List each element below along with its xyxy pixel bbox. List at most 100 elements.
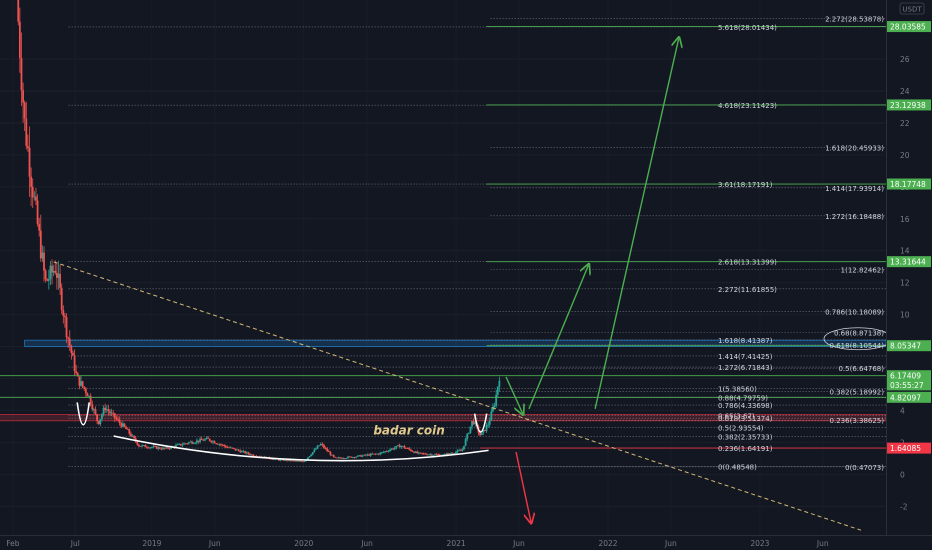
candle-body bbox=[123, 423, 126, 427]
candle-body bbox=[229, 447, 232, 449]
candle-body bbox=[231, 447, 234, 449]
candle-body bbox=[318, 445, 321, 447]
annotation-label: badar coin bbox=[373, 423, 444, 437]
candle-body bbox=[484, 429, 486, 431]
candle-body bbox=[35, 196, 37, 201]
candle-body bbox=[252, 454, 255, 456]
candle-body bbox=[91, 404, 94, 410]
candle-body bbox=[105, 409, 108, 411]
candle-body bbox=[250, 454, 253, 456]
candle-body bbox=[141, 445, 144, 447]
x-tick-label: 2020 bbox=[294, 539, 313, 548]
candle-body bbox=[392, 448, 395, 450]
candle-body bbox=[43, 252, 45, 271]
candle-body bbox=[363, 454, 366, 456]
candle-body bbox=[326, 448, 329, 452]
x-tick-label: Jun bbox=[512, 539, 525, 548]
candle-body bbox=[408, 448, 411, 450]
candle-body bbox=[321, 443, 324, 446]
candle-body bbox=[348, 456, 351, 458]
candle-body bbox=[150, 447, 153, 448]
price-label-text: 6.17409 bbox=[890, 372, 921, 381]
candle-body bbox=[303, 460, 306, 462]
candle-body bbox=[298, 460, 301, 462]
y-tick-label: 14 bbox=[900, 247, 910, 256]
candle-body bbox=[429, 454, 432, 456]
candle-body bbox=[94, 409, 97, 415]
candle-body bbox=[300, 460, 303, 462]
candle-body bbox=[485, 425, 488, 431]
candle-body bbox=[382, 452, 385, 453]
candle-body bbox=[411, 451, 414, 452]
candle-body bbox=[115, 418, 118, 420]
y-tick-label: 16 bbox=[900, 215, 910, 224]
candle-body bbox=[86, 393, 89, 397]
candle-body bbox=[55, 272, 58, 278]
y-tick-label: 4 bbox=[900, 406, 905, 415]
candle-body bbox=[142, 445, 145, 446]
candle-body bbox=[44, 270, 47, 280]
y-tick-label: 0 bbox=[900, 470, 905, 479]
candle-body bbox=[366, 454, 369, 456]
candle-body bbox=[400, 446, 403, 448]
candle-body bbox=[414, 451, 417, 453]
y-tick-label: 24 bbox=[900, 87, 910, 96]
candle-body bbox=[232, 448, 235, 449]
candle-body bbox=[344, 458, 346, 460]
candle-body bbox=[83, 386, 86, 389]
fib-a-label: 0.5(2.93554) bbox=[718, 424, 764, 432]
candle-body bbox=[279, 459, 282, 461]
candle-body bbox=[331, 454, 333, 456]
candle-body bbox=[205, 437, 208, 440]
candle-body bbox=[187, 442, 190, 444]
x-tick-label: Jun bbox=[664, 539, 677, 548]
fib-b-label: 0.618(8.10544) bbox=[830, 342, 885, 350]
candle-body bbox=[88, 395, 90, 397]
candle-body bbox=[28, 147, 31, 177]
candle-body bbox=[352, 457, 354, 458]
candle-body bbox=[54, 270, 57, 273]
candle-body bbox=[39, 230, 42, 259]
y-axis[interactable]: -202468101214161820222426 bbox=[886, 0, 932, 550]
candle-body bbox=[68, 338, 71, 346]
candle-body bbox=[409, 449, 412, 452]
candle-body bbox=[27, 145, 29, 148]
candle-body bbox=[307, 457, 309, 460]
candle-body bbox=[345, 458, 348, 459]
candle-body bbox=[179, 443, 182, 446]
fib-a-label: 0.382(2.35733) bbox=[718, 434, 773, 442]
fib-a-label: 0.236(1.64191) bbox=[718, 445, 773, 453]
candle-body bbox=[155, 446, 158, 449]
candle-body bbox=[461, 449, 464, 451]
candle-body bbox=[437, 454, 440, 456]
fib-a-label: 1.618(8.41387) bbox=[718, 337, 773, 345]
candle-body bbox=[112, 412, 115, 414]
candle-body bbox=[20, 58, 23, 91]
candle-body bbox=[247, 452, 250, 454]
candle-body bbox=[154, 446, 156, 448]
x-tick-label: 2021 bbox=[447, 539, 466, 548]
price-chart[interactable]: badar coin 0(0.48548) 0.236(1.64191) 0.382… bbox=[0, 0, 932, 550]
candle-body bbox=[60, 287, 63, 310]
candle-body bbox=[96, 414, 99, 421]
price-label-text: 03:55:27 bbox=[890, 381, 924, 390]
candle-body bbox=[36, 200, 39, 224]
candle-body bbox=[372, 453, 375, 455]
candle-body bbox=[472, 421, 475, 425]
candle-body bbox=[25, 118, 28, 146]
candle-body bbox=[99, 419, 102, 425]
candle-body bbox=[297, 460, 300, 462]
candle-body bbox=[421, 452, 424, 454]
fib-a-label: 5.618(28.01434) bbox=[718, 24, 777, 32]
candle-body bbox=[104, 407, 107, 411]
candle-body bbox=[456, 450, 459, 452]
candle-body bbox=[340, 457, 343, 459]
y-tick-label: -2 bbox=[900, 502, 908, 511]
candle-body bbox=[467, 432, 470, 434]
candle-body bbox=[49, 265, 52, 280]
candle-body bbox=[200, 438, 203, 440]
candle-body bbox=[308, 456, 311, 458]
x-tick-label: 2019 bbox=[142, 539, 161, 548]
candle-body bbox=[353, 457, 356, 458]
fib-b-label: 0.236(3.38625) bbox=[830, 417, 885, 425]
